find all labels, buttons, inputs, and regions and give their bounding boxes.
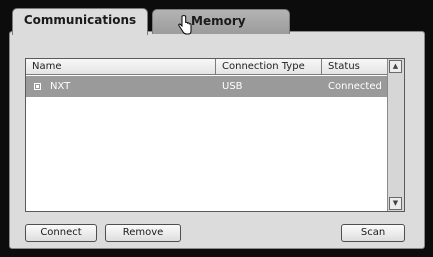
vertical-scrollbar[interactable]: ▲ ▼ [387, 59, 404, 211]
tab-memory-label: Memory [191, 14, 246, 28]
table-row[interactable]: NXT USB Connected [26, 76, 388, 97]
column-header-connection-type[interactable]: Connection Type [216, 59, 322, 75]
communications-panel: Name Connection Type Status NXT USB Conn… [9, 31, 425, 249]
scan-button[interactable]: Scan [341, 224, 405, 242]
tab-communications[interactable]: Communications [12, 8, 148, 35]
tab-memory[interactable]: Memory [152, 9, 290, 34]
hand-pointer-icon [178, 15, 192, 39]
connect-button[interactable]: Connect [25, 224, 97, 242]
cell-name: NXT [26, 76, 216, 97]
column-header-name[interactable]: Name [26, 59, 216, 75]
device-table: Name Connection Type Status NXT USB Conn… [25, 58, 405, 212]
cell-connection-type: USB [222, 81, 243, 92]
scroll-down-arrow-icon[interactable]: ▼ [389, 197, 402, 210]
tab-communications-label: Communications [23, 13, 137, 27]
cell-status: Connected [328, 81, 382, 92]
remove-button[interactable]: Remove [105, 224, 181, 242]
brick-icon [34, 83, 41, 90]
column-header-status[interactable]: Status [322, 59, 388, 75]
scroll-up-arrow-icon[interactable]: ▲ [389, 60, 402, 73]
device-name: NXT [50, 81, 71, 92]
table-header: Name Connection Type Status [26, 59, 406, 76]
